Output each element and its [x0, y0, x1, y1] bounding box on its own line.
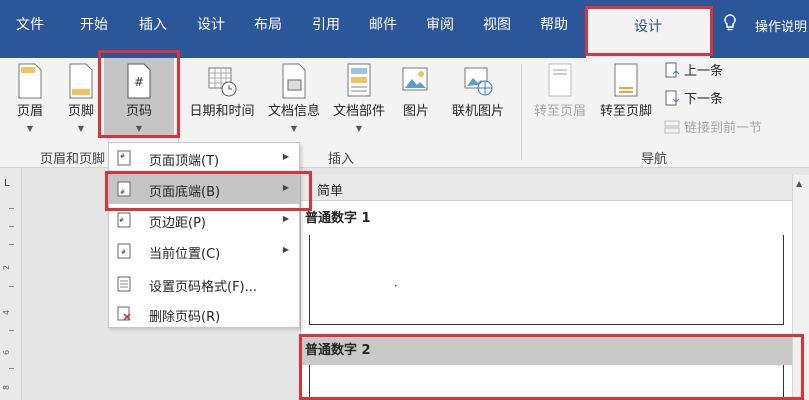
- tab-insert[interactable]: 插入: [139, 14, 167, 34]
- goto-header-button[interactable]: 转至页眉: [528, 58, 592, 142]
- previous-button[interactable]: 上一条: [664, 60, 723, 79]
- chevron-down-icon: ▼: [290, 124, 298, 133]
- ruler-tick: [9, 226, 14, 227]
- ruler-tick: [9, 286, 14, 287]
- tab-stop-selector[interactable]: L: [4, 178, 10, 189]
- preview-dot: •: [394, 283, 398, 290]
- chevron-down-icon: ▼: [26, 124, 34, 133]
- tab-view[interactable]: 视图: [483, 14, 511, 34]
- tab-file[interactable]: 文件: [16, 14, 44, 34]
- svg-text:#: #: [120, 153, 125, 160]
- document-info-button[interactable]: 文档信息 ▼: [262, 58, 326, 142]
- tab-help[interactable]: 帮助: [540, 14, 568, 34]
- ruler-number: 2: [2, 264, 12, 271]
- group-label-insert: 插入: [328, 152, 355, 167]
- goto-footer-icon: [614, 63, 638, 97]
- page-number-menu: # 页面顶端(T) ▶ # 页面底端(B) ▶ # 页边距(P) ▶ # 当前位…: [108, 142, 300, 328]
- quick-parts-button[interactable]: 文档部件 ▼: [326, 58, 392, 142]
- highlight-box-page-number: [98, 50, 180, 138]
- date-time-button[interactable]: 日期和时间: [182, 58, 262, 142]
- goto-header-icon: [548, 63, 572, 97]
- gallery-preview-plain-number-1[interactable]: •: [309, 235, 784, 325]
- goto-footer-button[interactable]: 转至页脚: [594, 58, 658, 142]
- header-button[interactable]: 页眉 ▼: [4, 58, 56, 142]
- submenu-arrow-icon: ▶: [282, 214, 289, 223]
- menu-item-format-page-numbers[interactable]: 设置页码格式(F)...: [109, 269, 299, 299]
- gallery-category-header: 简单: [301, 175, 793, 201]
- highlight-box-design-tab: [585, 6, 713, 56]
- group-label-navigation: 导航: [641, 152, 668, 167]
- group-label-header-footer: 页眉和页脚: [40, 152, 106, 167]
- quick-parts-icon: [347, 63, 371, 97]
- current-position-icon: #: [117, 243, 131, 259]
- ruler-tick: [9, 368, 14, 369]
- submenu-arrow-icon: ▶: [282, 152, 289, 161]
- document-info-icon: [282, 63, 306, 99]
- ruler-number: 6: [2, 349, 12, 356]
- footer-icon: [69, 63, 93, 99]
- tab-design[interactable]: 设计: [197, 14, 225, 34]
- tab-references[interactable]: 引用: [312, 14, 340, 34]
- online-pictures-button[interactable]: 联机图片: [440, 58, 516, 142]
- link-icon: [664, 120, 680, 133]
- menu-item-remove-page-numbers[interactable]: 删除页码(R): [109, 299, 299, 329]
- highlight-box-bottom-of-page: [105, 171, 312, 211]
- next-section-icon: [665, 90, 680, 105]
- vertical-ruler: L 2 4 6 8: [0, 168, 22, 400]
- page-margin-icon: #: [117, 212, 131, 228]
- remove-page-number-icon: [117, 306, 131, 321]
- previous-section-icon: [665, 62, 680, 77]
- svg-text:#: #: [121, 249, 126, 256]
- pictures-button[interactable]: 图片: [396, 58, 436, 142]
- tab-layout[interactable]: 布局: [254, 14, 282, 34]
- format-page-number-icon: [117, 276, 131, 292]
- ruler-tick: [9, 330, 14, 331]
- menu-item-top-of-page[interactable]: # 页面顶端(T) ▶: [109, 143, 299, 173]
- chevron-down-icon: ▼: [355, 124, 363, 133]
- lightbulb-icon[interactable]: [723, 14, 737, 32]
- page-top-icon: #: [117, 150, 131, 166]
- submenu-arrow-icon: ▶: [282, 245, 289, 254]
- next-button[interactable]: 下一条: [664, 88, 723, 107]
- tab-mailings[interactable]: 邮件: [369, 14, 397, 34]
- group-separator: [521, 64, 522, 160]
- menu-item-current-position[interactable]: # 当前位置(C) ▶: [109, 236, 299, 266]
- tell-me-box[interactable]: 操作说明: [755, 16, 807, 35]
- tab-home[interactable]: 开始: [80, 14, 108, 34]
- ruler-number: 8: [2, 384, 12, 391]
- picture-icon: [402, 67, 428, 91]
- ruler-tick: [9, 244, 14, 245]
- svg-text:#: #: [119, 217, 124, 224]
- scroll-up-arrow-icon[interactable]: ▲: [796, 179, 802, 188]
- online-picture-icon: [464, 67, 493, 96]
- ruler-tick: [9, 208, 14, 209]
- highlight-box-plain-number-2: [299, 334, 804, 400]
- gallery-item-title: 普通数字 1: [305, 211, 371, 226]
- tab-review[interactable]: 审阅: [426, 14, 454, 34]
- header-icon: [18, 63, 42, 99]
- link-to-previous-button[interactable]: 链接到前一节: [664, 117, 762, 136]
- calendar-clock-icon: [208, 67, 237, 97]
- ruler-number: 4: [2, 309, 12, 316]
